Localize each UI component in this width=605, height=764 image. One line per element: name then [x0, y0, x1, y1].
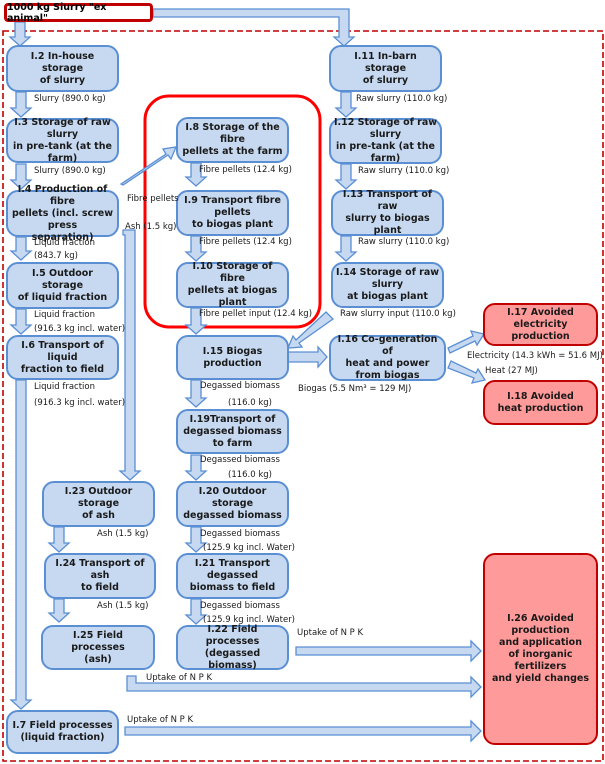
- flow-label-raw-1: Raw slurry (110.0 kg): [356, 94, 448, 104]
- arrow-1-2-to-1-3: [9, 91, 33, 118]
- flow-label-slurry-2: Slurry (890.0 kg): [34, 166, 106, 176]
- node-1-13-transport-raw-slurry: I.13 Transport of raw slurry to biogas p…: [331, 189, 444, 236]
- node-1-21-transport-degassed-field: I.21 Transport degassed biomass to field: [176, 553, 289, 599]
- start-node-slurry-ex-animal: 1000 kg Slurry "ex animal": [4, 2, 153, 24]
- arrow-1-16-to-1-18: [447, 360, 487, 384]
- arrow-1-11-to-1-12: [334, 91, 358, 118]
- node-1-11-in-barn-storage: I.11 In-barn storage of slurry: [329, 45, 442, 92]
- flow-label-liquid-3b: (916.3 kg incl. water): [34, 398, 126, 408]
- flow-label-liquid-2a: Liquid fraction: [34, 310, 95, 320]
- node-1-4-fibre-pellet-production: I.4 Production of fibre pellets (incl. s…: [6, 184, 119, 243]
- flow-label-ash-2: Ash (1.5 kg): [97, 601, 149, 611]
- flow-label-degassed-1b: (116.0 kg): [228, 398, 272, 408]
- flow-label-degassed-2b: (116.0 kg): [228, 470, 272, 480]
- flow-label-npk-degassed: Uptake of N P K: [297, 628, 364, 638]
- arrow-1-4-to-1-23: [118, 229, 142, 481]
- flow-label-heat: Heat (27 MJ): [485, 366, 538, 376]
- arrow-1-6-to-1-7: [9, 379, 33, 710]
- flow-label-degassed-4b: (125.9 kg incl. Water): [203, 615, 296, 625]
- flow-label-npk-ash: Uptake of N P K: [146, 673, 213, 683]
- arrow-start-to-1-2: [8, 21, 32, 47]
- node-1-12-raw-slurry-pretank: I.12 Storage of raw slurry in pre-tank (…: [329, 117, 442, 164]
- flow-label-ash-1: Ash (1.5 kg): [97, 529, 149, 539]
- node-1-23-outdoor-storage-ash: I.23 Outdoor storage of ash: [42, 481, 155, 527]
- node-1-10-fibre-storage-biogas: I.10 Storage of fibre pellets at biogas …: [176, 261, 289, 308]
- node-1-20-outdoor-storage-degassed: I.20 Outdoor storage degassed biomass: [176, 481, 289, 527]
- node-1-14-raw-slurry-storage-biogas: I.14 Storage of raw slurry at biogas pla…: [331, 262, 444, 308]
- node-1-15-biogas-production: I.15 Biogas production: [176, 335, 289, 380]
- flow-label-slurry-1: Slurry (890.0 kg): [34, 94, 106, 104]
- flow-label-degassed-3b: (125.9 kg incl. Water): [203, 543, 296, 553]
- flow-label-biogas: Biogas (5.5 Nm³ = 129 MJ): [298, 384, 412, 394]
- node-1-6-transport-liquid: I.6 Transport of liquid fraction to fiel…: [6, 335, 119, 380]
- flow-label-fibre-pellets: Fibre pellets: [127, 194, 179, 204]
- flow-label-raw-3: Raw slurry (110.0 kg): [358, 237, 450, 247]
- node-1-16-cogeneration: I.16 Co-generation of heat and power fro…: [329, 334, 446, 381]
- arrow-1-12-to-1-13: [334, 163, 358, 190]
- node-1-22-field-degassed: I.22 Field processes (degassed biomass): [176, 624, 289, 671]
- arrow-1-22-to-1-26: [295, 639, 482, 663]
- flow-label-raw-2: Raw slurry (110.0 kg): [358, 166, 450, 176]
- flow-label-fibre-2: Fibre pellets (12.4 kg): [199, 237, 292, 247]
- node-1-2-in-house-storage: I.2 In-house storage of slurry: [6, 45, 119, 92]
- flow-label-npk-liquid: Uptake of N P K: [127, 715, 194, 725]
- arrow-start-to-1-11: [152, 8, 356, 47]
- node-1-7-field-liquid: I.7 Field processes (liquid fraction): [6, 710, 119, 754]
- arrow-1-23-to-1-24: [47, 526, 71, 553]
- flow-label-degassed-3a: Degassed biomass: [200, 529, 280, 539]
- flow-label-fibre-input: Fibre pellet input (12.4 kg): [199, 309, 313, 319]
- arrow-1-24-to-1-25: [47, 598, 71, 623]
- flow-label-raw-input: Raw slurry input (110.0 kg): [340, 309, 456, 319]
- node-1-24-transport-ash: I.24 Transport of ash to field: [44, 553, 156, 599]
- flow-label-degassed-1a: Degassed biomass: [200, 381, 280, 391]
- arrow-1-4-to-1-8: [119, 146, 178, 186]
- flow-label-degassed-4a: Degassed biomass: [200, 601, 280, 611]
- node-1-25-field-ash: I.25 Field processes (ash): [41, 625, 155, 670]
- node-1-5-outdoor-storage-liquid: I.5 Outdoor storage of liquid fraction: [6, 262, 119, 309]
- flow-label-ash-main: Ash (1.5 kg): [125, 222, 177, 232]
- node-1-19-transport-degassed-farm: I.19Transport of degassed biomass to far…: [176, 409, 289, 454]
- arrow-1-15-to-1-16: [286, 345, 328, 369]
- flow-label-liquid-2b: (916.3 kg incl. water): [34, 324, 126, 334]
- node-1-8-fibre-storage-farm: I.8 Storage of the fibre pellets at the …: [176, 117, 289, 163]
- flow-label-fibre-1: Fibre pellets (12.4 kg): [199, 165, 292, 175]
- node-1-17-avoided-electricity: I.17 Avoided electricity production: [483, 303, 598, 346]
- flow-label-degassed-2a: Degassed biomass: [200, 455, 280, 465]
- flow-label-liquid-3a: Liquid fraction: [34, 382, 95, 392]
- node-1-9-transport-fibre: I.9 Transport fibre pellets to biogas pl…: [176, 190, 289, 236]
- arrow-1-16-to-1-17: [447, 330, 486, 354]
- arrow-1-13-to-1-14: [334, 235, 358, 262]
- node-1-3-raw-slurry-pretank: I.3 Storage of raw slurry in pre-tank (a…: [6, 117, 119, 164]
- flow-label-liquid-1a: Liquid fraction: [34, 238, 95, 248]
- node-1-26-avoided-fertilizers: I.26 Avoided production and application …: [483, 553, 598, 745]
- flow-label-electricity: Electricity (14.3 kWh = 51.6 MJ): [467, 351, 603, 361]
- node-1-18-avoided-heat: I.18 Avoided heat production: [483, 380, 598, 425]
- arrow-1-5-to-1-6: [9, 308, 33, 335]
- flow-label-liquid-1b: (843.7 kg): [34, 251, 78, 261]
